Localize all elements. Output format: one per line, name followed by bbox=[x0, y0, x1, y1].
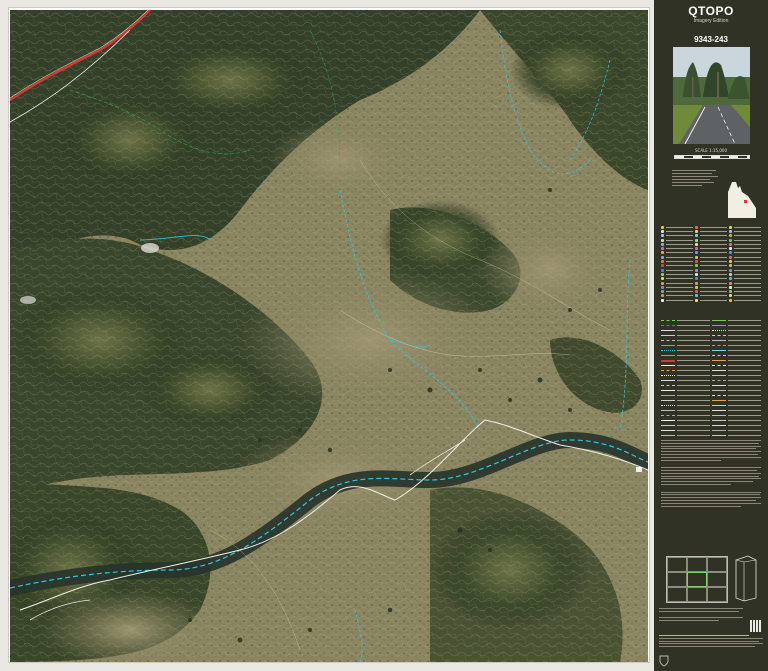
map-sheet bbox=[0, 0, 768, 671]
sheet-number: 9343-243 bbox=[694, 35, 728, 44]
index-cell bbox=[667, 557, 687, 572]
index-cell bbox=[687, 587, 707, 602]
cover-photo bbox=[673, 47, 750, 144]
qr-code-icon[interactable] bbox=[750, 620, 762, 632]
scale-bar bbox=[674, 155, 750, 159]
index-cell bbox=[707, 557, 727, 572]
index-cell bbox=[687, 557, 707, 572]
queensland-locator-icon bbox=[728, 182, 756, 218]
legend-column-2 bbox=[695, 225, 727, 302]
legend-column-1 bbox=[661, 225, 693, 302]
brand-subtitle: Imagery Edition bbox=[693, 18, 729, 24]
projection-notes bbox=[672, 170, 720, 188]
map-canvas[interactable] bbox=[10, 10, 648, 662]
map-info-panel: QTOPO Imagery Edition 9343-243 SCALE 1:1… bbox=[654, 0, 768, 671]
copyright-text bbox=[659, 608, 744, 623]
legend-column-3 bbox=[729, 225, 761, 302]
index-cell bbox=[667, 587, 687, 602]
legend-features bbox=[661, 225, 761, 302]
scale-label: SCALE 1:15,000 bbox=[695, 148, 727, 153]
scale-bar-group: SCALE 1:15,000 bbox=[670, 148, 752, 166]
brand-title: QTOPO bbox=[688, 4, 734, 18]
footer-text bbox=[659, 635, 763, 649]
index-cell bbox=[707, 587, 727, 602]
bottom-grid-ticks bbox=[10, 661, 648, 671]
index-cell-current bbox=[687, 572, 707, 587]
index-cell bbox=[707, 572, 727, 587]
coat-of-arms-icon bbox=[659, 655, 669, 667]
notes-text-block bbox=[661, 440, 761, 508]
adjoining-sheets-index bbox=[666, 556, 728, 603]
map-series-book-icon bbox=[735, 555, 757, 602]
legend-lines bbox=[661, 318, 761, 438]
index-cell bbox=[667, 572, 687, 587]
terrain-image[interactable] bbox=[10, 10, 648, 662]
